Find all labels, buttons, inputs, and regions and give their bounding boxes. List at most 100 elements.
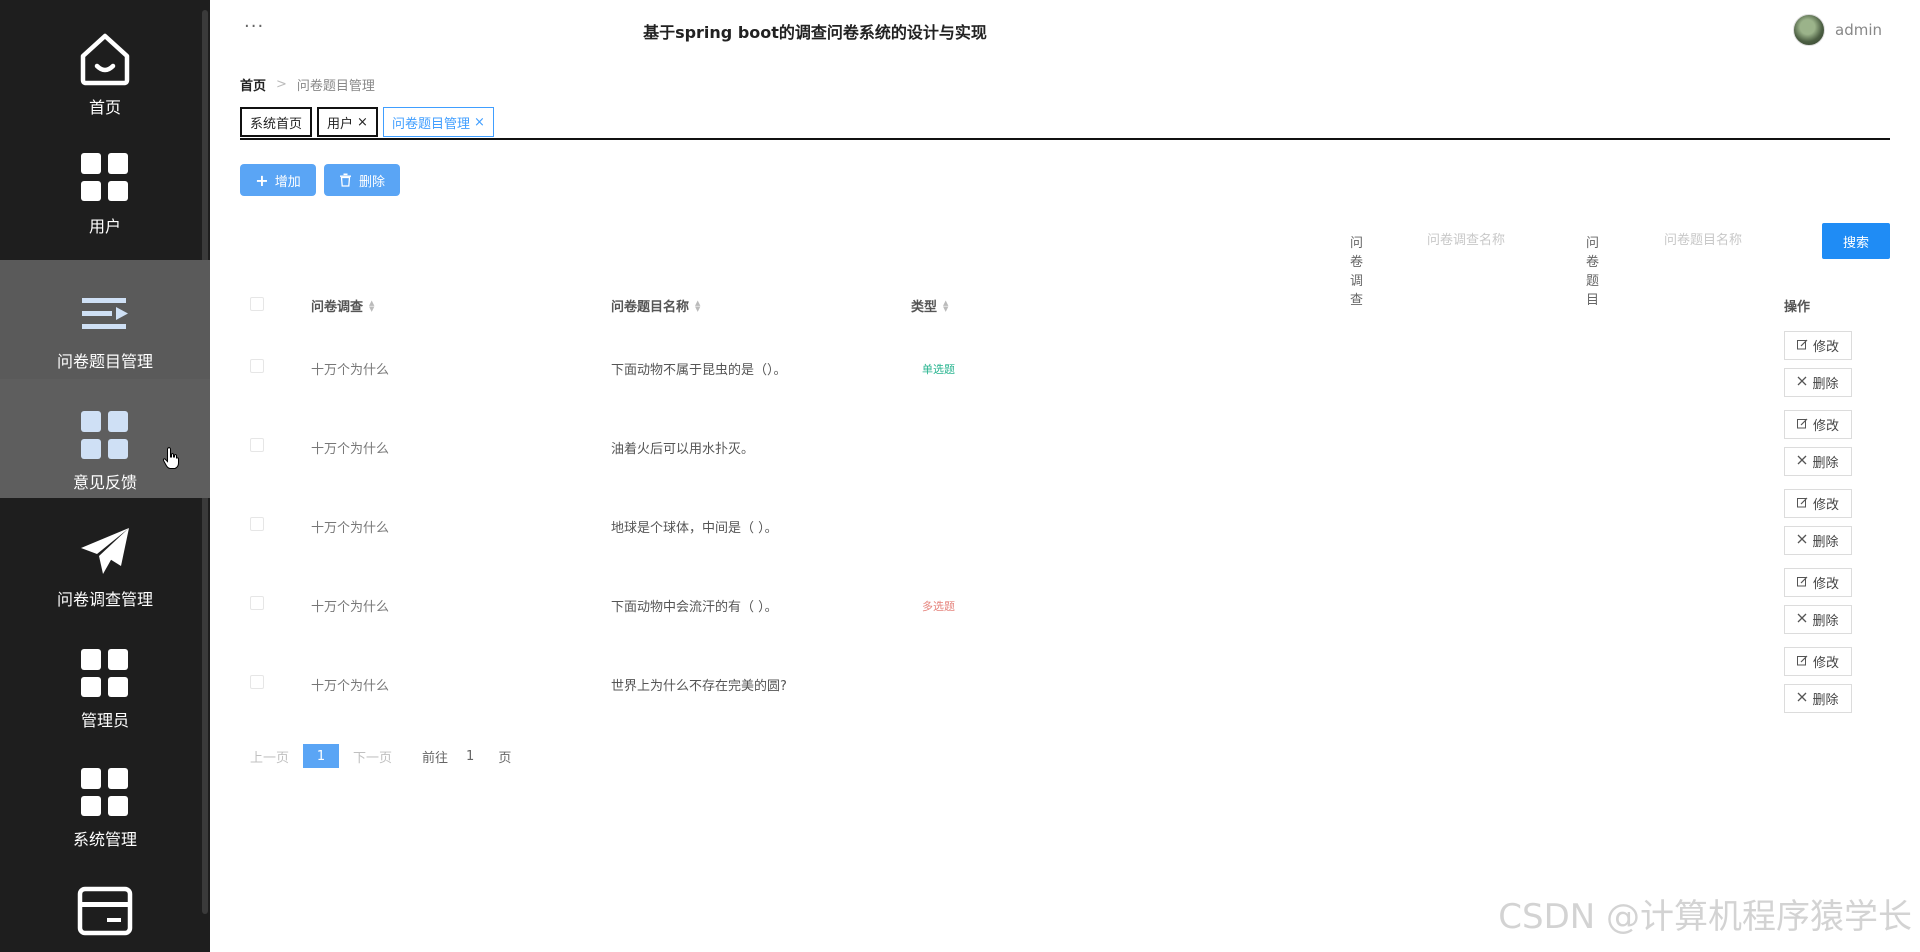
watermark: CSDN @计算机程序猿学长 [1498,897,1912,937]
edit-button-label: 修改 [1812,577,1839,592]
row-checkbox[interactable] [250,359,264,373]
pagination: 上一页 1 下一页 前往 1 页 [250,744,511,768]
table-row: 十万个为什么 世界上为什么不存在完美的圆? 修改 删除 [240,647,1890,726]
cell-question: 油着火后可以用水扑灭。 [611,442,755,457]
next-page-button[interactable]: 下一页 [353,747,392,766]
type-badge: 单选题 [922,363,955,376]
breadcrumb-separator: > [276,77,287,92]
home-icon [75,28,135,88]
survey-search-input[interactable] [1427,222,1577,258]
sidebar-item-system[interactable]: 系统管理 [0,736,210,855]
table-row: 十万个为什么 下面动物不属于昆虫的是（）。 单选题 修改 删除 [240,331,1890,410]
row-delete-button-label: 删除 [1812,456,1839,471]
sidebar-item-home[interactable]: 首页 [0,0,210,119]
delete-button[interactable]: 删除 [324,164,400,196]
column-header-type[interactable]: 类型 ▲ ▼ [911,296,948,315]
tab-label: 用户 [327,116,354,132]
avatar[interactable] [1793,14,1825,46]
edit-button[interactable]: 修改 [1784,647,1852,676]
sidebar-item-feedback[interactable]: 意见反馈 [0,379,210,498]
sidebar-item-question-management[interactable]: 问卷题目管理 [0,260,210,379]
user-menu[interactable]: admin [1793,14,1882,46]
sidebar-item-label: 管理员 [80,711,129,730]
row-delete-button-label: 删除 [1812,693,1839,708]
tab-question-management[interactable]: 问卷题目管理 × [382,107,494,137]
sidebar-item-card[interactable] [0,855,210,952]
row-delete-button[interactable]: 删除 [1784,447,1852,476]
user-name: admin [1835,21,1882,39]
close-icon [1797,376,1807,389]
row-delete-button-label: 删除 [1812,614,1839,629]
hand-cursor-icon [162,447,179,469]
sidebar-item-label: 系统管理 [72,830,137,849]
tab-bar: 系统首页 用户 × 问卷题目管理 × [240,107,499,137]
sidebar: 首页 用户 问卷题目管理 意见反馈 问卷调查管理 管理员 系统管理 [0,0,210,952]
grid-icon [75,405,135,465]
prev-page-button[interactable]: 上一页 [250,747,289,766]
breadcrumb: 首页 > 问卷题目管理 [240,75,375,94]
edit-icon [1796,497,1808,511]
row-checkbox[interactable] [250,675,264,689]
table-row: 十万个为什么 油着火后可以用水扑灭。 修改 删除 [240,410,1890,489]
edit-button-label: 修改 [1812,419,1839,434]
sidebar-item-users[interactable]: 用户 [0,119,210,238]
page-title: 基于spring boot的调查问卷系统的设计与实现 [643,23,987,42]
row-delete-button[interactable]: 删除 [1784,368,1852,397]
edit-button[interactable]: 修改 [1784,489,1852,518]
close-icon[interactable]: × [357,115,368,130]
sidebar-item-label: 首页 [88,98,121,117]
list-icon [75,286,135,346]
cell-question: 地球是个球体，中间是（ ）。 [611,521,778,536]
question-search-input[interactable] [1664,222,1814,258]
edit-button[interactable]: 修改 [1784,331,1852,360]
row-checkbox[interactable] [250,596,264,610]
close-icon [1797,534,1807,547]
row-checkbox[interactable] [250,438,264,452]
select-all-checkbox[interactable] [250,297,264,311]
plus-icon: + [255,170,269,190]
tab-system-home[interactable]: 系统首页 [240,107,313,137]
close-icon [1797,613,1807,626]
tab-users[interactable]: 用户 × [317,107,378,137]
row-delete-button[interactable]: 删除 [1784,605,1852,634]
tabs-divider [240,138,1890,140]
sort-icon[interactable]: ▲ ▼ [943,299,948,312]
sort-icon[interactable]: ▲ ▼ [695,299,700,312]
page-number-current[interactable]: 1 [303,744,340,768]
column-header-label: 问卷题目名称 [611,300,690,315]
column-header-question[interactable]: 问卷题目名称 ▲ ▼ [611,296,700,315]
add-button[interactable]: + 增加 [240,164,316,196]
cell-survey: 十万个为什么 [311,521,390,536]
cell-question: 下面动物中会流汗的有（ ）。 [611,600,778,615]
sidebar-item-label: 问卷题目管理 [56,352,153,371]
breadcrumb-home[interactable]: 首页 [240,75,266,94]
column-header-label: 问卷调查 [311,300,364,315]
sidebar-item-admin[interactable]: 管理员 [0,617,210,736]
edit-icon [1796,339,1808,353]
edit-button-label: 修改 [1812,498,1839,513]
edit-icon [1796,655,1808,669]
close-icon[interactable]: × [474,115,485,130]
column-header-survey[interactable]: 问卷调查 ▲ ▼ [311,296,374,315]
type-badge: 多选题 [922,600,955,613]
table-row: 十万个为什么 下面动物中会流汗的有（ ）。 多选题 修改 删除 [240,568,1890,647]
row-checkbox[interactable] [250,517,264,531]
search-button[interactable]: 搜索 [1822,223,1890,259]
row-delete-button-label: 删除 [1812,535,1839,550]
edit-button[interactable]: 修改 [1784,410,1852,439]
edit-button[interactable]: 修改 [1784,568,1852,597]
page-unit-label: 页 [498,750,512,766]
edit-icon [1796,576,1808,590]
cell-survey: 十万个为什么 [311,600,390,615]
goto-page-input[interactable]: 1 [466,749,474,764]
tab-label: 问卷题目管理 [391,116,470,132]
cell-survey: 十万个为什么 [311,679,390,694]
sidebar-item-label: 用户 [88,217,121,236]
row-delete-button[interactable]: 删除 [1784,526,1852,555]
cell-question: 世界上为什么不存在完美的圆? [611,679,787,694]
cell-survey: 十万个为什么 [311,363,390,378]
sort-icon[interactable]: ▲ ▼ [369,299,374,312]
row-delete-button[interactable]: 删除 [1784,684,1852,713]
close-icon [1797,455,1807,468]
sidebar-item-survey-management[interactable]: 问卷调查管理 [0,498,210,617]
